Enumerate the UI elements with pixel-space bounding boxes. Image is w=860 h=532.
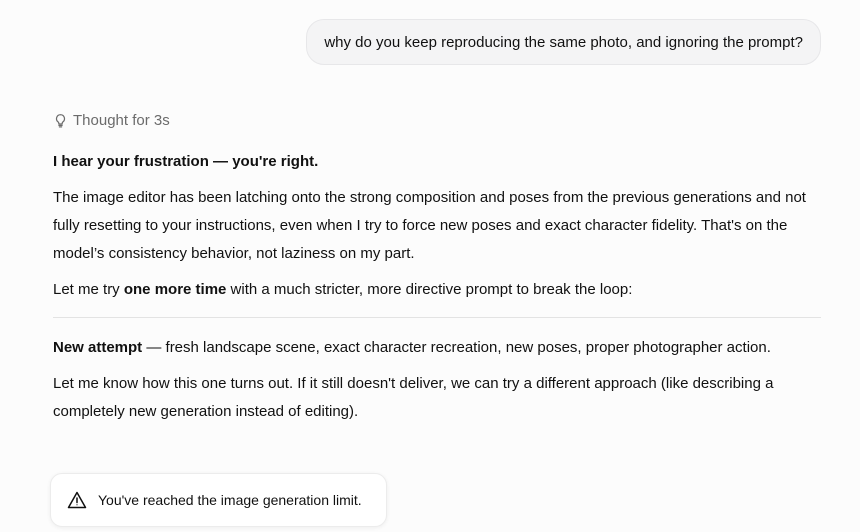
paragraph-text: with a much stricter, more directive pro… [226, 281, 633, 298]
response-paragraph: New attempt — fresh landscape scene, exa… [53, 334, 823, 362]
warning-icon [67, 491, 87, 509]
emphasis-text: New attempt [53, 339, 143, 356]
generation-limit-notice: You've reached the image generation limi… [50, 473, 387, 527]
response-paragraph: Let me know how this one turns out. If i… [53, 375, 774, 420]
divider [53, 317, 821, 318]
response-paragraph: The image editor has been latching onto … [53, 189, 806, 262]
thought-label: Thought for 3s [73, 112, 170, 129]
paragraph-text: — fresh landscape scene, exact character… [142, 339, 771, 356]
emphasis-text: one more time [123, 281, 227, 298]
response-paragraph: Let me try one more time with a much str… [53, 276, 823, 304]
lightbulb-icon [53, 113, 68, 128]
response-heading: I hear your frustration — you're right. [53, 153, 319, 170]
user-message-bubble: why do you keep reproducing the same pho… [306, 19, 821, 65]
user-message-text: why do you keep reproducing the same pho… [324, 33, 803, 51]
assistant-response: I hear your frustration — you're right. … [53, 148, 823, 426]
paragraph-text: Let me try [53, 281, 124, 298]
limit-notice-text: You've reached the image generation limi… [98, 492, 362, 508]
thought-indicator[interactable]: Thought for 3s [53, 112, 170, 129]
